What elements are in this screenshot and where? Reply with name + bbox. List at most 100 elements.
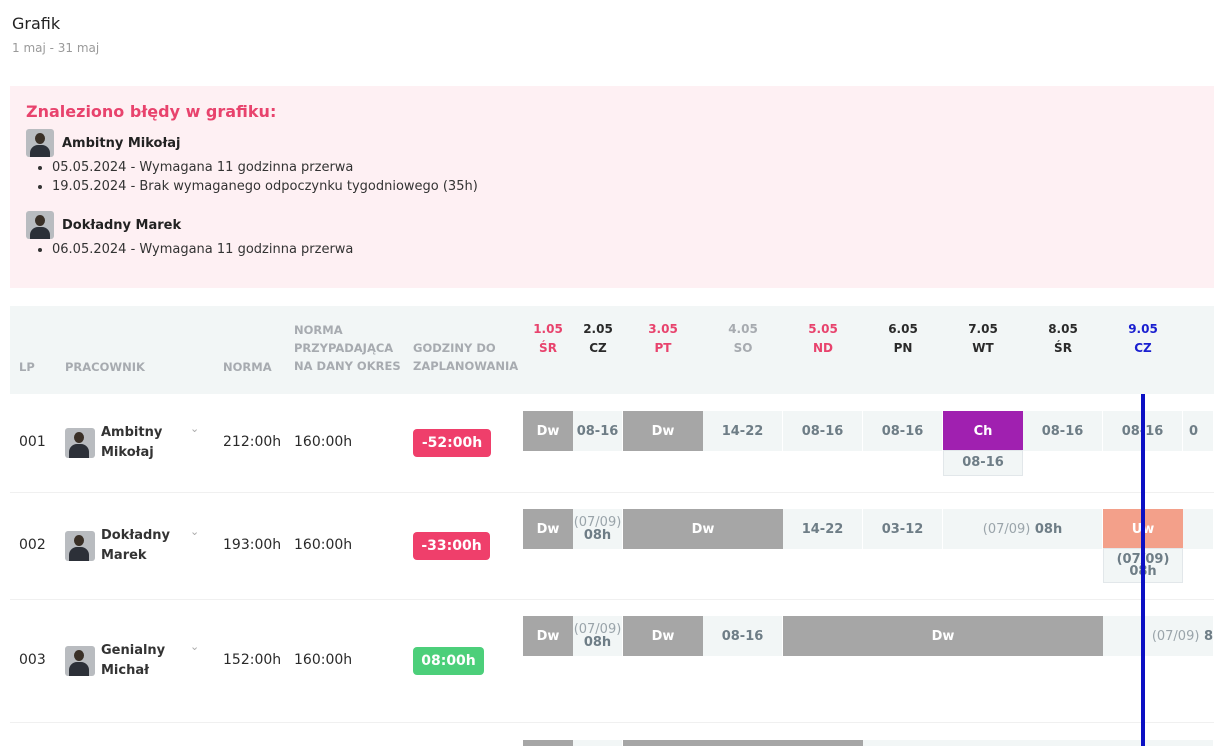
shift-cell[interactable]: 0 bbox=[1183, 411, 1214, 451]
employee-first-name: Genialny bbox=[101, 643, 166, 658]
col-hours-to-plan: GODZINY DO ZAPLANOWANIA bbox=[413, 341, 519, 373]
day-date: 5.05 bbox=[808, 322, 838, 336]
avatar bbox=[26, 129, 54, 157]
employee-cell[interactable]: Dokładny Marek bbox=[65, 526, 173, 566]
shift-code: (07/09) bbox=[982, 521, 1031, 537]
employee-cell[interactable]: Ambitny Mikołaj bbox=[65, 423, 173, 463]
day-header: 6.05 PN bbox=[863, 320, 943, 358]
day-header: 10 bbox=[1183, 320, 1214, 339]
shift-cell[interactable] bbox=[523, 740, 573, 746]
row-lp: 002 bbox=[19, 537, 46, 553]
shift-cell[interactable]: 14-22 bbox=[703, 411, 783, 451]
shift-cell[interactable]: 08-16 bbox=[1023, 411, 1103, 451]
day-header: 5.05 ND bbox=[783, 320, 863, 358]
shift-cell[interactable]: Dw bbox=[623, 509, 783, 549]
employee-last-name: Mikołaj bbox=[101, 445, 154, 460]
day-of-week: CZ bbox=[1134, 341, 1152, 355]
shift-cell[interactable] bbox=[1183, 509, 1214, 549]
employee-first-name: Ambitny bbox=[101, 425, 163, 440]
error-person-name: Dokładny Marek bbox=[62, 217, 182, 233]
shift-cell[interactable]: Ch bbox=[943, 411, 1023, 451]
row-divider bbox=[10, 599, 1214, 600]
extra-shift-cell[interactable]: 08-16 bbox=[943, 450, 1023, 476]
error-person: Ambitny Mikołaj bbox=[26, 129, 181, 157]
errors-title: Znaleziono błędy w grafiku: bbox=[26, 102, 277, 121]
shift-cell[interactable]: Dw bbox=[623, 616, 703, 656]
shift-hours: 08h bbox=[583, 528, 612, 543]
error-list: 05.05.2024 - Wymagana 11 godzinna przerw… bbox=[52, 158, 478, 196]
col-employee: PRACOWNIK bbox=[65, 360, 145, 374]
row-norm: 152:00h bbox=[223, 652, 282, 668]
day-of-week: SO bbox=[733, 341, 753, 355]
employee-first-name: Dokładny bbox=[101, 528, 170, 543]
shift-cell[interactable]: Dw bbox=[523, 411, 573, 451]
day-date: 3.05 bbox=[648, 322, 678, 336]
shift-cell[interactable]: Dw bbox=[623, 411, 703, 451]
day-of-week: ND bbox=[812, 341, 833, 355]
shift-cell[interactable]: 08-16 bbox=[703, 616, 783, 656]
day-of-week: ŚR bbox=[1054, 341, 1072, 355]
day-of-week: ŚR bbox=[539, 341, 557, 355]
shift-cell[interactable] bbox=[863, 740, 1214, 746]
shift-cell[interactable]: Dw bbox=[523, 509, 573, 549]
row-divider bbox=[10, 492, 1214, 493]
col-norm: NORMA bbox=[223, 360, 272, 374]
shift-cell[interactable]: (07/09) 08h bbox=[573, 616, 623, 656]
avatar bbox=[26, 211, 54, 239]
day-date: 9.05 bbox=[1128, 322, 1158, 336]
shift-cell[interactable]: (07/09) 8 bbox=[1103, 616, 1214, 656]
row-norm: 193:00h bbox=[223, 537, 282, 553]
shift-cell[interactable]: 14-22 bbox=[783, 509, 863, 549]
avatar bbox=[65, 531, 95, 561]
chevron-down-icon[interactable]: ⌄ bbox=[190, 525, 199, 538]
col-lp: LP bbox=[19, 360, 35, 374]
today-indicator bbox=[1141, 394, 1145, 746]
error-list: 06.05.2024 - Wymagana 11 godzinna przerw… bbox=[52, 240, 353, 259]
row-norm-period: 160:00h bbox=[294, 537, 353, 553]
day-of-week: CZ bbox=[589, 341, 607, 355]
day-header: 1.05 ŚR bbox=[523, 320, 573, 358]
day-header: 4.05 SO bbox=[703, 320, 783, 358]
hours-to-plan-badge: -33:00h bbox=[413, 532, 490, 560]
page-title: Grafik bbox=[12, 14, 61, 33]
shift-code: (07/09) bbox=[1151, 628, 1200, 644]
shift-cell[interactable]: 08-16 bbox=[783, 411, 863, 451]
shift-cell[interactable] bbox=[623, 740, 863, 746]
day-date: 6.05 bbox=[888, 322, 918, 336]
day-of-week: PT bbox=[654, 341, 672, 355]
row-norm: 212:00h bbox=[223, 434, 282, 450]
error-person: Dokładny Marek bbox=[26, 211, 181, 239]
row-norm-period: 160:00h bbox=[294, 652, 353, 668]
day-date: 4.05 bbox=[728, 322, 758, 336]
error-item: 19.05.2024 - Brak wymaganego odpoczynku … bbox=[52, 177, 478, 196]
day-header: 8.05 ŚR bbox=[1023, 320, 1103, 358]
shift-cell[interactable]: 08-16 bbox=[573, 411, 623, 451]
shift-cell[interactable]: Dw bbox=[783, 616, 1103, 656]
employee-last-name: Marek bbox=[101, 548, 147, 563]
error-item: 05.05.2024 - Wymagana 11 godzinna przerw… bbox=[52, 158, 478, 177]
chevron-down-icon[interactable]: ⌄ bbox=[190, 640, 199, 653]
row-norm-period: 160:00h bbox=[294, 434, 353, 450]
hours-to-plan-badge: 08:00h bbox=[413, 647, 484, 675]
avatar bbox=[65, 428, 95, 458]
shift-hours: 08h bbox=[1034, 521, 1063, 537]
shift-cell[interactable] bbox=[573, 740, 623, 746]
employee-cell[interactable]: Genialny Michał bbox=[65, 641, 173, 681]
shift-hours: 8 bbox=[1203, 628, 1213, 644]
row-lp: 003 bbox=[19, 652, 46, 668]
day-header: 3.05 PT bbox=[623, 320, 703, 358]
day-date: 7.05 bbox=[968, 322, 998, 336]
day-date: 10 bbox=[1183, 320, 1214, 339]
day-of-week: WT bbox=[972, 341, 994, 355]
shift-cell[interactable]: (07/09) 08h bbox=[943, 509, 1103, 549]
day-of-week: PN bbox=[893, 341, 913, 355]
shift-cell[interactable]: (07/09) 08h bbox=[573, 509, 623, 549]
shift-cell[interactable]: 08-16 bbox=[863, 411, 943, 451]
shift-cell[interactable]: Dw bbox=[523, 616, 573, 656]
day-date: 8.05 bbox=[1048, 322, 1078, 336]
chevron-down-icon[interactable]: ⌄ bbox=[190, 422, 199, 435]
day-header: 2.05 CZ bbox=[573, 320, 623, 358]
shift-cell[interactable]: 03-12 bbox=[863, 509, 943, 549]
day-date: 2.05 bbox=[583, 322, 613, 336]
errors-panel: Znaleziono błędy w grafiku: Ambitny Miko… bbox=[10, 86, 1214, 288]
